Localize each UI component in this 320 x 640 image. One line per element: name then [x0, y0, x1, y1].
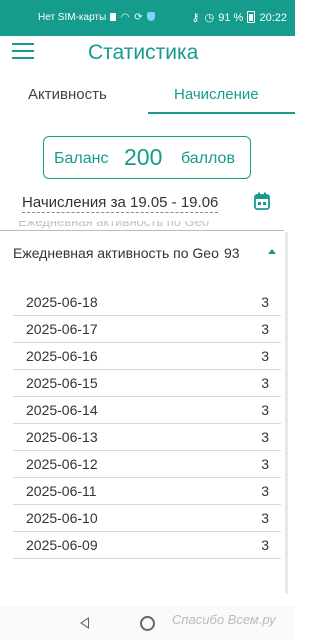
list-item: 2025-06-14 3 [13, 397, 281, 424]
tab-accruals[interactable]: Начисление [174, 86, 259, 103]
row-date: 2025-06-12 [26, 456, 98, 472]
row-date: 2025-06-09 [26, 537, 98, 553]
period-selector[interactable]: Начисления за 19.05 - 19.06 [22, 194, 219, 213]
balance-label: Баланс [54, 150, 109, 167]
battery-percent: 91 % [218, 12, 244, 24]
calendar-icon[interactable] [254, 192, 270, 210]
row-date: 2025-06-16 [26, 348, 98, 364]
row-date: 2025-06-13 [26, 429, 98, 445]
row-value: 3 [261, 429, 269, 445]
list-item: 2025-06-11 3 [13, 478, 281, 505]
section-title: Ежедневная активность по Geo [13, 245, 219, 261]
scrollbar[interactable] [285, 232, 288, 594]
carrier-text: Нет SIM-карты [38, 12, 107, 23]
row-date: 2025-06-14 [26, 402, 98, 418]
row-value: 3 [261, 294, 269, 310]
home-icon[interactable] [140, 616, 155, 631]
row-date: 2025-06-17 [26, 321, 98, 337]
row-date: 2025-06-11 [26, 483, 97, 499]
caret-up-icon[interactable] [268, 249, 276, 254]
system-nav-bar: Спасибо Всем.ру [0, 606, 295, 640]
section-count: 93 [224, 245, 240, 261]
list-item: 2025-06-10 3 [13, 505, 281, 532]
activity-list: 2025-06-18 3 2025-06-17 3 2025-06-16 3 2… [13, 289, 281, 559]
wifi-icon: ◠ [120, 12, 130, 23]
row-value: 3 [261, 456, 269, 472]
notification-icon [109, 13, 116, 21]
list-item: 2025-06-16 3 [13, 343, 281, 370]
list-item: 2025-06-12 3 [13, 451, 281, 478]
balance-value: 200 [124, 144, 163, 170]
row-value: 3 [261, 375, 269, 391]
section-header[interactable]: Ежедневная активность по Geo 93 [0, 230, 284, 287]
row-value: 3 [261, 348, 269, 364]
alarm-icon: ◷ [204, 12, 215, 24]
row-date: 2025-06-10 [26, 510, 98, 526]
tab-bar: Активность Начисление [0, 78, 295, 114]
hamburger-icon[interactable] [12, 43, 36, 61]
balance-unit: баллов [181, 150, 235, 167]
row-value: 3 [261, 537, 269, 553]
tab-activity[interactable]: Активность [28, 86, 107, 103]
key-icon: ⚷ [191, 12, 200, 24]
row-value: 3 [261, 321, 269, 337]
list-item: 2025-06-17 3 [13, 316, 281, 343]
list-item: 2025-06-15 3 [13, 370, 281, 397]
app-bar: Статистика [0, 36, 295, 74]
list-item: 2025-06-09 3 [13, 532, 281, 559]
tab-indicator [148, 112, 295, 114]
back-icon[interactable] [80, 617, 89, 629]
sync-icon: ⟳ [134, 12, 143, 23]
status-bar: Нет SIM-карты ◠ ⟳ ⚷ ◷ 91 % 20:22 [0, 0, 295, 36]
row-value: 3 [261, 402, 269, 418]
list-item: 2025-06-18 3 [13, 289, 281, 316]
list-item: 2025-06-13 3 [13, 424, 281, 451]
row-value: 3 [261, 483, 269, 499]
shield-icon [147, 12, 156, 21]
row-date: 2025-06-15 [26, 375, 98, 391]
clock: 20:22 [259, 12, 287, 24]
row-date: 2025-06-18 [26, 294, 98, 310]
battery-icon [247, 11, 256, 23]
scrolled-section-remnant: Ежедневная активность по Geo [18, 221, 210, 229]
balance-card: Баланс 200 баллов [43, 136, 251, 179]
row-value: 3 [261, 510, 269, 526]
page-title: Статистика [88, 41, 199, 64]
watermark: Спасибо Всем.ру [172, 612, 276, 627]
